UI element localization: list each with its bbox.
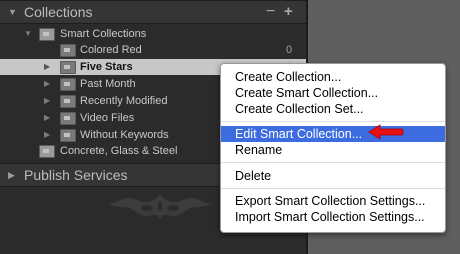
tree-item-label: Past Month — [80, 78, 136, 90]
triangle-right-icon[interactable]: ▶ — [44, 93, 50, 109]
menu-item-import-settings[interactable]: Import Smart Collection Settings... — [221, 209, 445, 225]
menu-item-edit-smart-collection[interactable]: Edit Smart Collection... — [221, 126, 445, 142]
tree-item-count: 0 — [286, 44, 293, 56]
triangle-right-icon[interactable]: ▶ — [44, 110, 50, 126]
triangle-down-icon[interactable]: ▼ — [24, 26, 32, 42]
collection-set-icon — [39, 28, 55, 41]
tree-item-label: Without Keywords — [80, 129, 169, 141]
menu-item-export-settings[interactable]: Export Smart Collection Settings... — [221, 193, 445, 209]
menu-item-create-smart-collection[interactable]: Create Smart Collection... — [221, 85, 445, 101]
context-menu: Create Collection... Create Smart Collec… — [220, 63, 446, 233]
smart-collection-icon — [60, 78, 76, 91]
menu-item-label: Edit Smart Collection... — [235, 127, 363, 141]
triangle-down-icon[interactable]: ▼ — [8, 1, 17, 23]
smart-collection-icon — [60, 44, 76, 57]
triangle-right-icon[interactable]: ▶ — [44, 127, 50, 143]
menu-item-label: Import Smart Collection Settings... — [235, 210, 425, 224]
menu-item-delete[interactable]: Delete — [221, 168, 445, 184]
menu-item-label: Rename — [235, 143, 283, 157]
remove-collection-button[interactable]: − — [266, 1, 275, 23]
menu-separator — [221, 121, 445, 122]
menu-item-rename[interactable]: Rename — [221, 142, 445, 158]
menu-item-label: Create Collection... — [235, 70, 342, 84]
red-arrow-icon — [368, 124, 404, 140]
menu-item-label: Export Smart Collection Settings... — [235, 194, 426, 208]
collections-title: Collections — [24, 4, 93, 20]
tree-item-label: Smart Collections — [60, 28, 147, 40]
triangle-right-icon[interactable]: ▶ — [44, 59, 50, 75]
menu-separator — [221, 188, 445, 189]
triangle-right-icon[interactable]: ▶ — [44, 76, 50, 92]
smart-collection-icon — [60, 112, 76, 125]
menu-item-label: Delete — [235, 169, 272, 183]
collections-header[interactable]: ▼ Collections − + — [0, 0, 306, 24]
smart-collection-icon — [60, 129, 76, 142]
tree-item-label: Five Stars — [80, 61, 133, 73]
ornament-icon — [109, 194, 211, 220]
menu-item-label: Create Collection Set... — [235, 102, 364, 116]
add-collection-button[interactable]: + — [284, 1, 293, 23]
tree-item-smart-collections[interactable]: ▼ Smart Collections — [0, 26, 306, 42]
tree-item-colored-red[interactable]: Colored Red 0 — [0, 42, 306, 58]
collection-set-icon — [39, 145, 55, 158]
smart-collection-icon — [60, 95, 76, 108]
publish-services-title: Publish Services — [24, 167, 128, 183]
tree-item-label: Recently Modified — [80, 95, 168, 107]
tree-item-label: Colored Red — [80, 44, 142, 56]
menu-item-label: Create Smart Collection... — [235, 86, 379, 100]
tree-item-label: Video Files — [80, 112, 135, 124]
menu-item-create-collection[interactable]: Create Collection... — [221, 69, 445, 85]
menu-item-create-collection-set[interactable]: Create Collection Set... — [221, 101, 445, 117]
menu-separator — [221, 162, 445, 163]
tree-item-label: Concrete, Glass & Steel — [60, 145, 178, 157]
triangle-right-icon[interactable]: ▶ — [8, 164, 15, 186]
smart-collection-icon — [60, 61, 76, 74]
